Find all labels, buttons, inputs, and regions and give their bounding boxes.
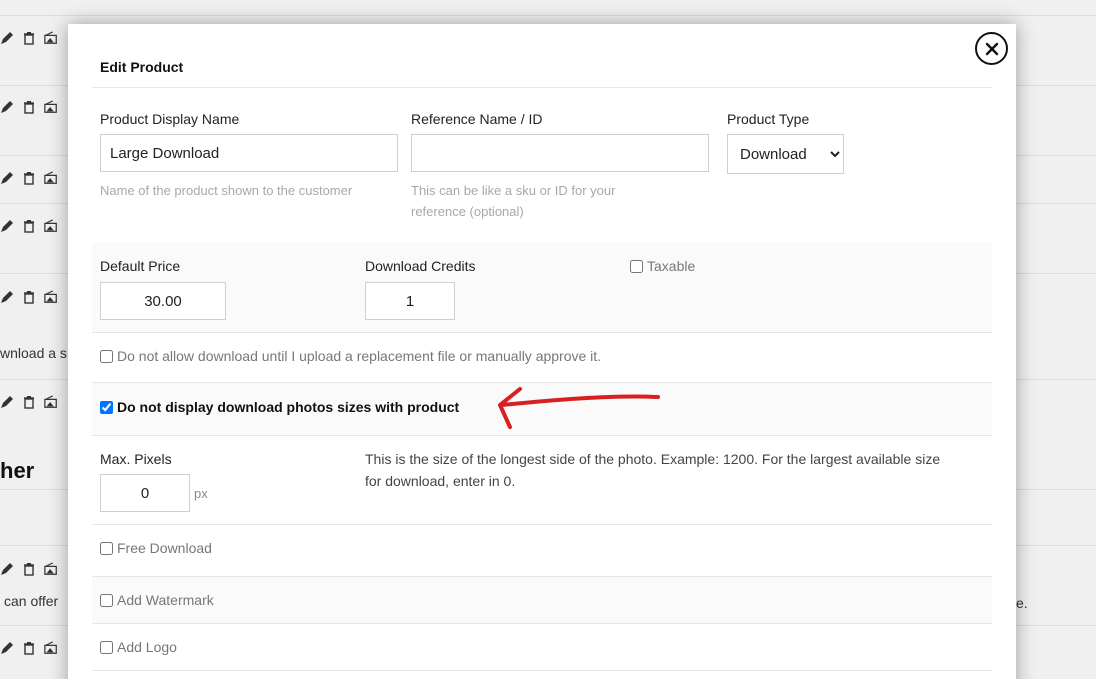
image-edit-icon[interactable] xyxy=(44,171,58,185)
trash-icon[interactable] xyxy=(22,290,36,304)
modal-title: Edit Product xyxy=(100,59,184,75)
display-name-label: Product Display Name xyxy=(100,111,240,127)
display-name-input[interactable] xyxy=(100,134,398,172)
taxable-checkbox-row[interactable]: Taxable xyxy=(630,258,695,274)
bg-row-text: can offer xyxy=(4,593,59,609)
divider xyxy=(92,435,992,436)
pencil-icon[interactable] xyxy=(0,100,14,114)
free-download-checkbox[interactable] xyxy=(100,541,113,555)
pencil-icon[interactable] xyxy=(0,171,14,185)
bg-row-actions xyxy=(0,31,58,45)
add-logo-label: Add Logo xyxy=(117,639,177,655)
add-logo-checkbox[interactable] xyxy=(100,640,113,654)
taxable-label: Taxable xyxy=(647,258,696,274)
watermark-section xyxy=(92,577,992,623)
image-edit-icon[interactable] xyxy=(44,100,58,114)
max-pixels-description: This is the size of the longest side of … xyxy=(365,451,941,489)
px-unit-label: px xyxy=(194,486,208,501)
divider xyxy=(92,623,992,624)
reference-input[interactable] xyxy=(411,134,709,172)
reference-label: Reference Name / ID xyxy=(411,111,543,127)
free-download-label: Free Download xyxy=(117,540,212,556)
product-type-label: Product Type xyxy=(727,111,810,127)
image-edit-icon[interactable] xyxy=(44,219,58,233)
trash-icon[interactable] xyxy=(22,171,36,185)
add-watermark-label: Add Watermark xyxy=(117,592,214,608)
pencil-icon[interactable] xyxy=(0,395,14,409)
divider xyxy=(92,87,992,88)
pencil-icon[interactable] xyxy=(0,219,14,233)
hide-sizes-label: Do not display download photos sizes wit… xyxy=(117,399,460,415)
hide-sizes-checkbox[interactable] xyxy=(100,400,113,414)
pencil-icon[interactable] xyxy=(0,31,14,45)
pencil-icon[interactable] xyxy=(0,641,14,655)
bg-row-text: wnload a s xyxy=(0,345,67,361)
approve-download-label: Do not allow download until I upload a r… xyxy=(117,348,602,364)
trash-icon[interactable] xyxy=(22,562,36,576)
approve-download-checkbox[interactable] xyxy=(100,349,113,363)
image-edit-icon[interactable] xyxy=(44,31,58,45)
bg-row-text: e. xyxy=(1016,595,1028,611)
pencil-icon[interactable] xyxy=(0,290,14,304)
image-edit-icon[interactable] xyxy=(44,395,58,409)
image-edit-icon[interactable] xyxy=(44,641,58,655)
edit-product-modal: Edit Product Product Display Name Name o… xyxy=(68,24,1016,679)
trash-icon[interactable] xyxy=(22,641,36,655)
approve-download-checkbox-row[interactable]: Do not allow download until I upload a r… xyxy=(100,348,601,364)
divider xyxy=(92,670,992,671)
product-type-select[interactable]: Download xyxy=(727,134,844,174)
pencil-icon[interactable] xyxy=(0,562,14,576)
bg-row-actions xyxy=(0,395,58,409)
hide-sizes-checkbox-row[interactable]: Do not display download photos sizes wit… xyxy=(100,399,459,415)
trash-icon[interactable] xyxy=(22,219,36,233)
bg-row-actions xyxy=(0,562,58,576)
max-pixels-input[interactable] xyxy=(100,474,190,512)
bg-row-actions xyxy=(0,171,58,185)
add-watermark-checkbox-row[interactable]: Add Watermark xyxy=(100,592,214,608)
image-edit-icon[interactable] xyxy=(44,290,58,304)
download-credits-input[interactable] xyxy=(365,282,455,320)
default-price-label: Default Price xyxy=(100,258,181,274)
divider xyxy=(92,524,992,525)
bg-row-actions xyxy=(0,641,58,655)
bg-row-actions xyxy=(0,100,58,114)
close-button[interactable] xyxy=(975,32,1008,65)
add-logo-checkbox-row[interactable]: Add Logo xyxy=(100,639,177,655)
taxable-checkbox[interactable] xyxy=(630,259,643,273)
trash-icon[interactable] xyxy=(22,31,36,45)
add-watermark-checkbox[interactable] xyxy=(100,593,113,607)
free-download-checkbox-row[interactable]: Free Download xyxy=(100,540,212,556)
download-credits-label: Download Credits xyxy=(365,258,476,274)
max-pixels-label: Max. Pixels xyxy=(100,451,172,467)
trash-icon[interactable] xyxy=(22,100,36,114)
bg-row xyxy=(0,0,1096,16)
bg-row-actions xyxy=(0,290,58,304)
reference-help: This can be like a sku or ID for your re… xyxy=(411,183,616,219)
trash-icon[interactable] xyxy=(22,395,36,409)
pricing-section xyxy=(92,242,992,332)
display-name-help: Name of the product shown to the custome… xyxy=(100,183,353,198)
close-icon xyxy=(985,42,998,55)
divider xyxy=(92,332,992,333)
default-price-input[interactable] xyxy=(100,282,226,320)
image-edit-icon[interactable] xyxy=(44,562,58,576)
bg-section-heading: her xyxy=(0,458,35,483)
bg-row-actions xyxy=(0,219,58,233)
